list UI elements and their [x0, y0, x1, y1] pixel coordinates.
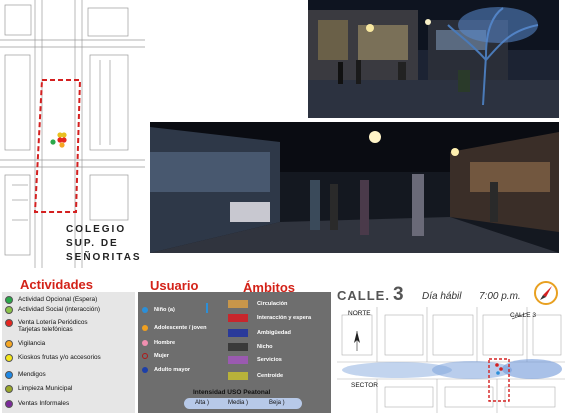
north-label: NORTE	[348, 310, 371, 317]
sector-label: SECTOR	[351, 382, 378, 389]
calle-title: CALLE.	[337, 288, 390, 303]
activity-label: Kioskos frutas y/o accesorios	[18, 354, 101, 361]
activity-item: Actividad Opcional (Espera)	[5, 296, 97, 304]
nicho-swatch-icon	[228, 343, 248, 351]
intensidad-level-alta: Alta )	[195, 400, 210, 406]
ambito-label: Servicios	[257, 357, 282, 363]
activity-item: Venta Lotería Periódicos Tarjetas telefó…	[5, 319, 88, 333]
blue-dot-icon	[5, 371, 13, 379]
orange-dot-icon	[5, 340, 13, 348]
child-dot-icon	[142, 307, 148, 313]
elder-dot-icon	[142, 367, 148, 373]
ambito-item: Centroide	[228, 372, 283, 380]
intensidad-level-media: Media )	[228, 400, 249, 406]
calle-number: 3	[393, 284, 404, 305]
usuario-item: Adulto mayor	[142, 367, 190, 373]
street-label: CALLE 3	[510, 312, 537, 319]
usuario-label: Adulto mayor	[154, 367, 191, 373]
calle-header: CALLE. 3 Día hábil 7:00 p.m.	[337, 281, 567, 306]
ambito-item: Circulación	[228, 300, 287, 308]
ambiguedad-swatch-icon	[228, 329, 248, 337]
photo-street-corner	[308, 0, 559, 118]
circulacion-swatch-icon	[228, 300, 248, 308]
calle-time: 7:00 p.m.	[479, 291, 521, 302]
photo-pedestrian-street	[150, 122, 559, 253]
interaccion-swatch-icon	[228, 314, 248, 322]
intensidad-level-baja: Beja )	[269, 400, 285, 406]
calle-day: Día hábil	[422, 291, 462, 302]
activity-label: Vigilancia	[18, 340, 46, 347]
usuario-label: Hombre	[154, 340, 176, 346]
ambito-label: Interacción y espera	[257, 315, 312, 321]
usuario-label: Niño (a)	[154, 307, 175, 313]
activity-label: Ventas Informales	[18, 400, 70, 407]
activity-item: Kioskos frutas y/o accesorios	[5, 354, 101, 362]
man-dot-icon	[142, 340, 148, 346]
usuario-item: Mujer	[142, 353, 169, 359]
activity-item: Actividad Social (interacción)	[5, 306, 100, 314]
site-plan: COLEGIO SUP. DE SEÑORITAS	[0, 0, 145, 268]
ambito-label: Nicho	[257, 344, 273, 350]
centroide-swatch-icon	[228, 372, 248, 380]
actividades-legend: Actividad Opcional (Espera) Actividad So…	[2, 292, 135, 413]
light-green-dot-icon	[5, 306, 13, 314]
usuario-item: Niño (a)	[142, 307, 175, 313]
activity-item: Mendigos	[5, 371, 46, 379]
activity-label: Actividad Opcional (Espera)	[18, 296, 98, 303]
usuario-label: Mujer	[154, 353, 169, 359]
intensidad-title: Intensidad USO Peatonal	[193, 389, 271, 396]
woman-dot-icon	[142, 353, 148, 359]
plan-caption-line-2: SUP. DE	[66, 238, 119, 249]
green-dot-icon	[5, 296, 13, 304]
ambito-item: Interacción y espera	[228, 314, 311, 322]
usuario-item: Hombre	[142, 340, 175, 346]
ambito-label: Ambigüedad	[257, 330, 291, 336]
usuario-label: Adolescente / joven	[154, 325, 207, 331]
compass-icon	[534, 281, 558, 305]
activity-label: Actividad Social (interacción)	[18, 306, 101, 313]
activity-item: Vigilancia	[5, 340, 45, 348]
youth-dot-icon	[142, 325, 148, 331]
activity-label: Venta Lotería Periódicos Tarjetas telefó…	[18, 319, 88, 333]
activity-item: Limpieza Municipal	[5, 385, 72, 393]
ambito-item: Servicios	[228, 356, 282, 364]
usuario-heading: Usuario	[150, 278, 199, 293]
ambito-item: Ambigüedad	[228, 329, 291, 337]
yellow-dot-icon	[5, 354, 13, 362]
activity-item: Ventas Informales	[5, 400, 69, 408]
child-figure-icon	[206, 303, 208, 313]
calle-map-drawing	[337, 307, 565, 413]
ambito-item: Nicho	[228, 343, 273, 351]
ambito-label: Centroide	[257, 373, 284, 379]
actividades-heading: Actividades	[20, 277, 93, 292]
ambito-label: Circulación	[257, 301, 288, 307]
calle-map: NORTE CALLE 3 SECTOR	[337, 307, 565, 413]
servicios-swatch-icon	[228, 356, 248, 364]
usuario-item: Adolescente / joven	[142, 325, 207, 331]
plan-caption-line-1: COLEGIO	[66, 224, 127, 235]
activity-label: Limpieza Municipal	[18, 385, 73, 392]
red-dot-icon	[5, 319, 13, 327]
plan-caption-line-3: SEÑORITAS	[66, 252, 142, 263]
usuario-ambitos-legend: Niño (a) Adolescente / joven Hombre Muje…	[138, 292, 331, 413]
activity-label: Mendigos	[18, 371, 46, 378]
olive-dot-icon	[5, 385, 13, 393]
purple-dot-icon	[5, 400, 13, 408]
